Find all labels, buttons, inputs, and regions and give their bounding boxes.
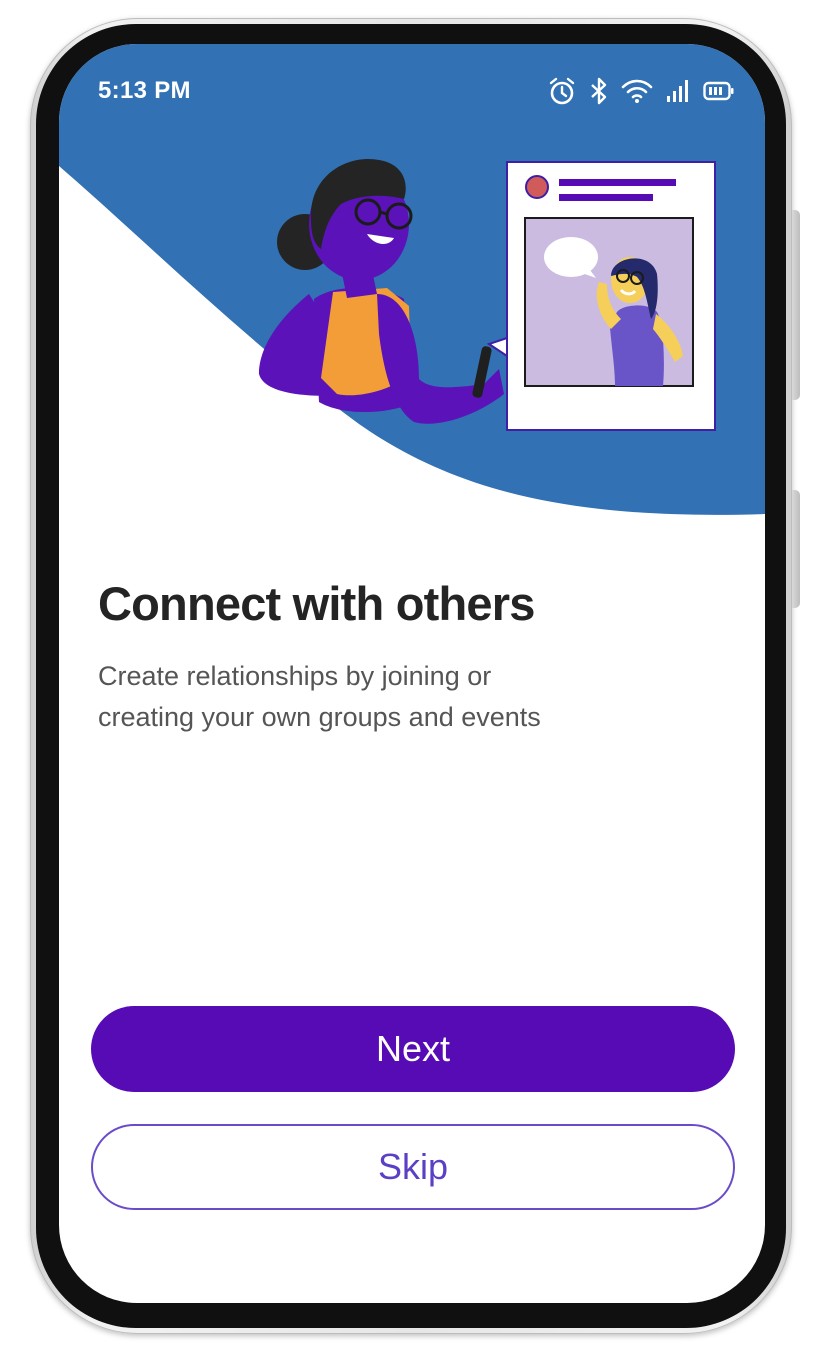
- power-button: [792, 210, 800, 400]
- skip-button-label: Skip: [377, 1146, 449, 1187]
- chat-card: [486, 161, 716, 431]
- next-button-label: Next: [375, 1028, 451, 1069]
- skip-button[interactable]: Skip: [91, 1124, 735, 1210]
- onboarding-title: Connect with others: [98, 577, 535, 630]
- next-button[interactable]: Next: [91, 1006, 735, 1092]
- onboarding-description: Create relationships by joining or creat…: [98, 661, 541, 732]
- app-screen: 5:13 PM Connect with others Create relat…: [59, 44, 765, 1303]
- woman-figure: [259, 158, 504, 424]
- onboarding-illustration: [259, 158, 716, 431]
- volume-button: [792, 490, 800, 608]
